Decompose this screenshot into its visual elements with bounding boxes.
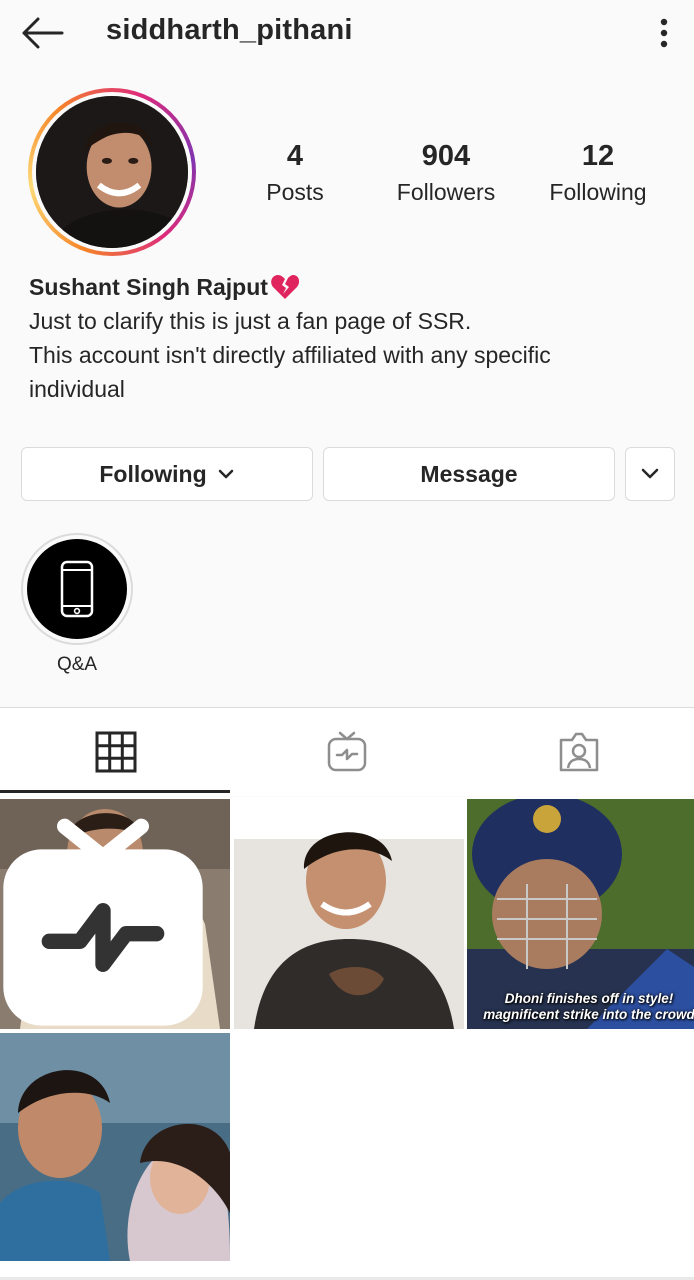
story-ring[interactable] <box>28 88 196 256</box>
message-button[interactable]: Message <box>323 447 615 501</box>
grid-icon <box>95 731 136 773</box>
chevron-down-icon <box>641 468 659 479</box>
profile-tabs <box>0 708 694 796</box>
profile-bio: Sushant Singh Rajput Just to clarify thi… <box>29 270 669 406</box>
profile-full-name: Sushant Singh Rajput <box>29 274 268 300</box>
following-count-value: 12 <box>581 140 615 172</box>
top-bar: siddharth_pithani <box>0 0 694 66</box>
post-thumbnail[interactable] <box>0 1033 230 1261</box>
post-caption-line: Dhoni finishes off in style! <box>504 991 674 1006</box>
highlight-qa[interactable] <box>21 533 133 645</box>
broken-heart-icon <box>271 275 300 299</box>
followers-count-label: Followers <box>396 179 496 205</box>
post-thumbnail[interactable] <box>0 799 230 1029</box>
following-button-label: Following <box>99 460 207 487</box>
tab-grid[interactable] <box>0 708 231 796</box>
tab-igtv[interactable] <box>231 708 462 796</box>
phone-icon <box>60 560 94 618</box>
posts-count-label: Posts <box>266 179 324 205</box>
post-caption-line: magnificent strike into the crowd <box>483 1007 694 1022</box>
igtv-icon <box>3 818 203 1026</box>
bio-line: This account isn't directly affiliated w… <box>29 342 551 368</box>
bio-line: Just to clarify this is just a fan page … <box>29 308 472 334</box>
vertical-dots-icon[interactable] <box>648 14 680 52</box>
bio-line: individual <box>29 376 125 402</box>
bio-name-row: Sushant Singh Rajput <box>29 270 669 304</box>
tagged-person-icon <box>559 732 598 772</box>
post-caption: Dhoni finishes off in style! magnificent… <box>473 991 694 1023</box>
arrow-left-icon[interactable] <box>18 14 66 52</box>
following-button[interactable]: Following <box>21 447 313 501</box>
post-grid: Dhoni finishes off in style! magnificent… <box>0 797 694 1280</box>
following-count[interactable]: 12 Following <box>538 140 658 206</box>
post-thumbnail[interactable] <box>234 799 464 1029</box>
avatar <box>36 96 188 248</box>
tab-tagged[interactable] <box>463 708 694 796</box>
posts-count[interactable]: 4 Posts <box>250 140 340 206</box>
igtv-icon <box>327 731 366 772</box>
followers-count[interactable]: 904 Followers <box>386 140 506 206</box>
message-button-label: Message <box>420 460 518 487</box>
post-thumbnail[interactable]: Dhoni finishes off in style! magnificent… <box>467 799 694 1029</box>
active-tab-indicator <box>0 790 230 793</box>
chevron-down-icon <box>218 469 233 479</box>
posts-count-value: 4 <box>286 140 304 172</box>
highlight-label: Q&A <box>56 654 98 675</box>
profile-username: siddharth_pithani <box>106 14 353 46</box>
following-count-label: Following <box>549 179 647 205</box>
highlight-cover <box>27 539 127 639</box>
followers-count-value: 904 <box>421 140 471 172</box>
suggested-accounts-button[interactable] <box>625 447 675 501</box>
